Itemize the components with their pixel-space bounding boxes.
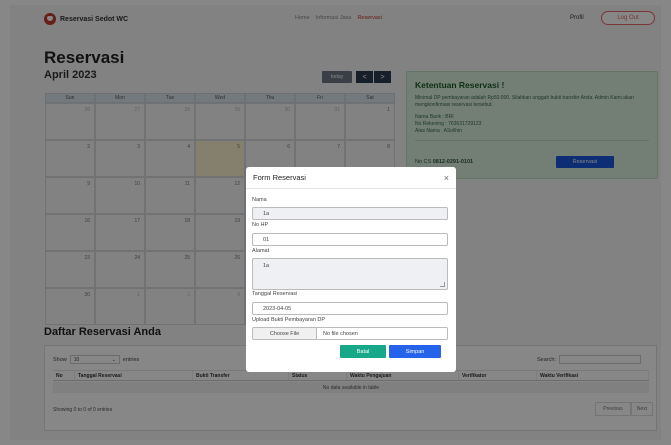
resize-grip-icon[interactable] <box>440 282 445 287</box>
nama-label: Nama <box>252 197 267 203</box>
hp-input[interactable]: 01 <box>252 233 448 246</box>
reservation-form-modal: Form Reservasi × Nama 1a No HP 01 Alamat… <box>246 167 456 372</box>
file-name: No file chosen <box>323 330 358 337</box>
hp-label: No HP <box>252 222 269 228</box>
simpan-button[interactable]: Simpan <box>389 345 441 358</box>
tanggal-input[interactable]: 2023-04-05 <box>252 302 448 315</box>
alamat-value: 1a <box>263 263 270 269</box>
alamat-label: Alamat <box>252 248 270 254</box>
modal-header: Form Reservasi × <box>246 167 456 189</box>
batal-button[interactable]: Batal <box>340 345 386 358</box>
alamat-textarea[interactable]: 1a <box>252 258 448 290</box>
tanggal-label: Tanggal Reservasi <box>252 291 298 297</box>
modal-title: Form Reservasi <box>253 173 306 182</box>
upload-label: Upload Bukti Pembayaran DP <box>252 317 326 323</box>
upload-file-input[interactable]: Choose File No file chosen <box>252 327 448 340</box>
nama-input[interactable]: 1a <box>252 207 448 220</box>
choose-file-button[interactable]: Choose File <box>253 328 317 339</box>
close-icon[interactable]: × <box>444 173 449 183</box>
